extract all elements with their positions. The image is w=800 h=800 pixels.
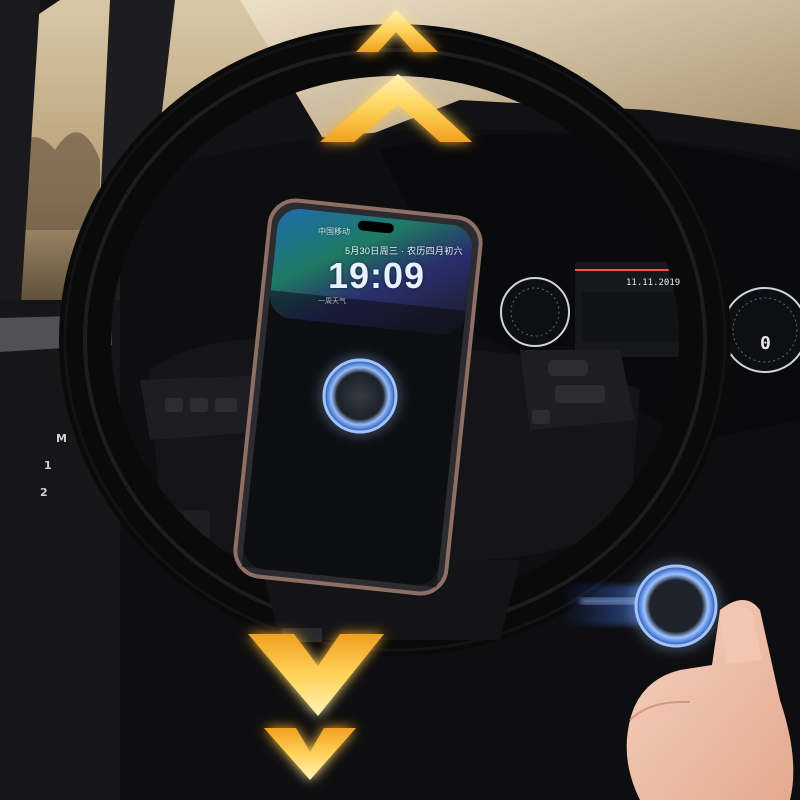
seat-key-2: 2 (40, 486, 48, 499)
gear-gauge (722, 287, 800, 373)
phone-widget-label: 一周天气 (318, 298, 346, 305)
car-interior-scene: 中国移动 5月30日周三 · 农历四月初六 19:09 一周天气 11.11.2… (0, 0, 800, 800)
gear-indicator: 0 (760, 333, 771, 354)
dashboard-date: 11.11.2019 (626, 278, 681, 288)
phone-status-text: 中国移动 (318, 227, 350, 236)
magnet-disc (634, 564, 718, 648)
phone-clock: 19:09 (328, 255, 426, 296)
memory-key: M (56, 432, 67, 445)
scene-illustration (0, 0, 800, 800)
seat-key-1: 1 (44, 459, 52, 472)
